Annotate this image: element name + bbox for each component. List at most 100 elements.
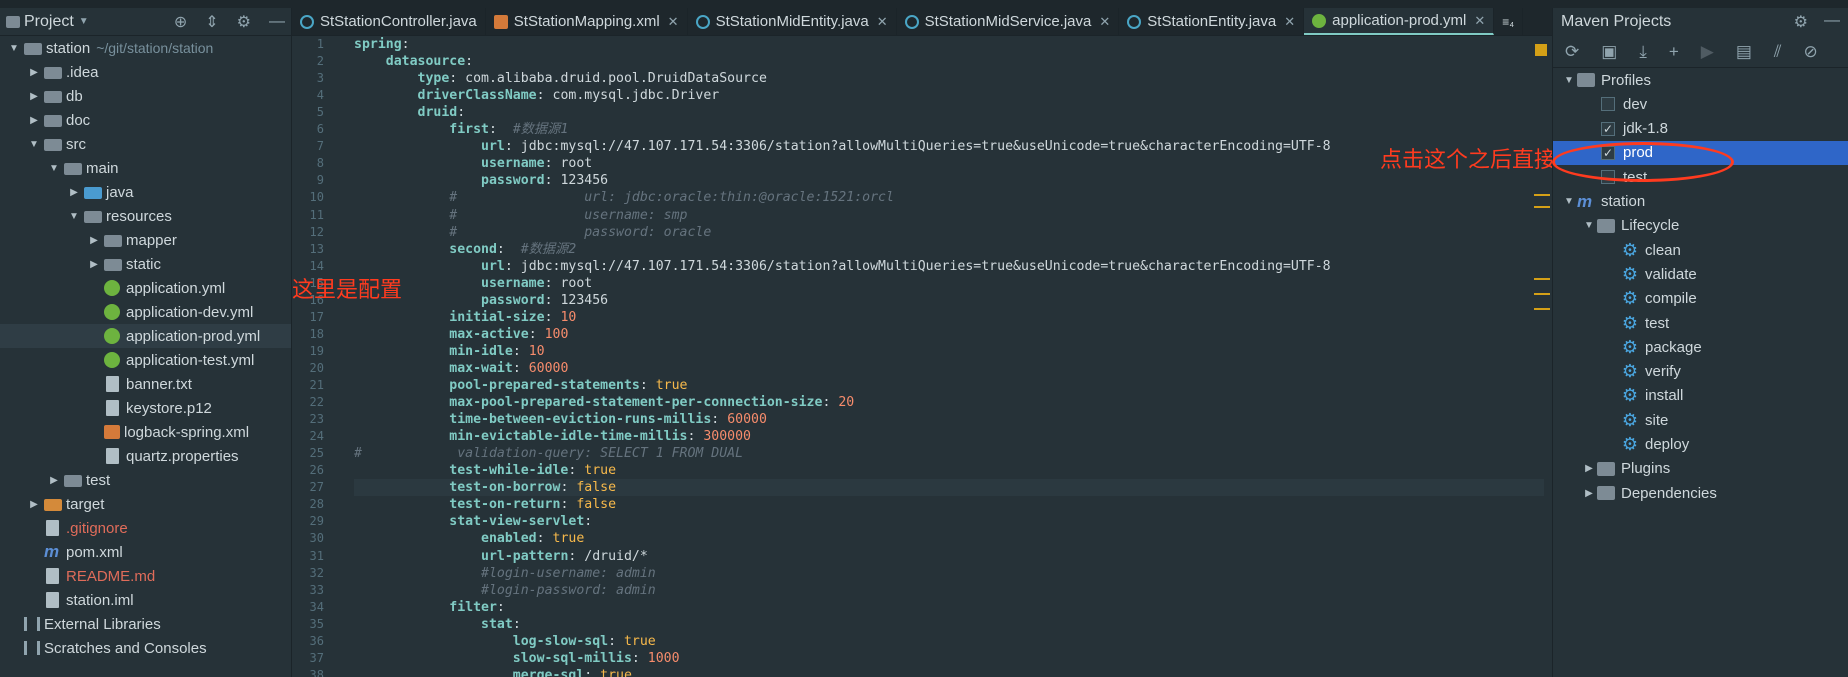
chevron-down-icon[interactable]: ▼ xyxy=(26,139,42,150)
scrollbar-marker[interactable] xyxy=(1534,206,1550,208)
close-icon[interactable]: ✕ xyxy=(1099,14,1110,30)
chevron-down-icon[interactable]: ▼ xyxy=(6,43,22,54)
code-line[interactable]: filter: xyxy=(354,599,505,616)
tree-item[interactable]: ▶ static xyxy=(0,252,291,276)
code-line[interactable]: max-pool-prepared-statement-per-connecti… xyxy=(354,394,854,411)
maven-profile-jdk-1.8[interactable]: ✓ jdk-1.8 xyxy=(1553,117,1848,141)
hide-icon[interactable]: — xyxy=(1824,12,1840,32)
profile-checkbox[interactable] xyxy=(1601,97,1615,112)
locate-icon[interactable]: ⊕ xyxy=(174,12,187,32)
chevron-down-icon[interactable]: ▼ xyxy=(79,16,89,27)
tree-item[interactable]: External Libraries xyxy=(0,612,291,636)
chevron-right-icon[interactable]: ▶ xyxy=(86,235,102,246)
scrollbar-marker[interactable] xyxy=(1534,278,1550,280)
maven-goal-test[interactable]: ⚙ test xyxy=(1553,311,1848,335)
maven-goal-deploy[interactable]: ⚙ deploy xyxy=(1553,433,1848,457)
code-line[interactable]: max-active: 100 xyxy=(354,326,568,343)
tree-item[interactable]: ▶ db xyxy=(0,84,291,108)
chevron-down-icon[interactable]: ▼ xyxy=(1561,196,1577,207)
code-line[interactable]: # url: jdbc:oracle:thin:@oracle:1521:orc… xyxy=(354,189,894,206)
tree-item[interactable]: ▼ station ~/git/station/station xyxy=(0,36,291,60)
tree-item[interactable]: Scratches and Consoles xyxy=(0,636,291,660)
maven-goal-clean[interactable]: ⚙ clean xyxy=(1553,238,1848,262)
code-line[interactable]: initial-size: 10 xyxy=(354,309,576,326)
add-icon[interactable]: + xyxy=(1669,42,1679,62)
chevron-right-icon[interactable]: ▶ xyxy=(26,115,42,126)
code-line[interactable]: url: jdbc:mysql://47.107.171.54:3306/sta… xyxy=(354,258,1331,275)
tree-item[interactable]: application-prod.yml xyxy=(0,324,291,348)
scrollbar-marker[interactable] xyxy=(1534,308,1550,310)
tree-item[interactable]: ▶ test xyxy=(0,468,291,492)
code-line[interactable]: pool-prepared-statements: true xyxy=(354,377,687,394)
code-line[interactable]: first: #数据源1 xyxy=(354,121,568,138)
editor-tab[interactable]: StStationEntity.java ✕ xyxy=(1119,8,1305,35)
tree-item[interactable]: ▶ .idea xyxy=(0,60,291,84)
tree-item[interactable]: ▶ doc xyxy=(0,108,291,132)
close-icon[interactable]: ✕ xyxy=(668,14,679,30)
editor-tab[interactable]: StStationMidEntity.java ✕ xyxy=(688,8,897,35)
chevron-right-icon[interactable]: ▶ xyxy=(26,67,42,78)
tree-item[interactable]: ▼ resources xyxy=(0,204,291,228)
code-line[interactable]: second: #数据源2 xyxy=(354,241,576,258)
close-icon[interactable]: ✕ xyxy=(1284,14,1295,30)
code-line[interactable]: druid: xyxy=(354,104,466,121)
tree-item[interactable]: ▶ mapper xyxy=(0,228,291,252)
code-line[interactable]: #login-password: admin xyxy=(354,582,656,599)
code-line[interactable]: stat-view-servlet: xyxy=(354,513,592,530)
tree-item[interactable]: ▼ main xyxy=(0,156,291,180)
code-line[interactable]: test-on-return: false xyxy=(354,496,616,513)
code-line[interactable]: enabled: true xyxy=(354,530,584,547)
code-line[interactable]: url-pattern: /druid/* xyxy=(354,548,648,565)
maven-lifecycle-node[interactable]: ▼ Lifecycle xyxy=(1553,214,1848,238)
maven-goal-install[interactable]: ⚙ install xyxy=(1553,384,1848,408)
tree-item[interactable]: m pom.xml xyxy=(0,540,291,564)
maven-goal-compile[interactable]: ⚙ compile xyxy=(1553,287,1848,311)
tabs-overflow-button[interactable]: ≡₄ xyxy=(1494,8,1524,35)
project-panel-title[interactable]: Project xyxy=(24,13,74,31)
download-icon[interactable]: ⤓ xyxy=(1639,42,1647,62)
code-line[interactable]: slow-sql-millis: 1000 xyxy=(354,650,680,667)
chevron-down-icon[interactable]: ▼ xyxy=(66,211,82,222)
tree-item[interactable]: application-dev.yml xyxy=(0,300,291,324)
tree-item[interactable]: logback-spring.xml xyxy=(0,420,291,444)
tree-item[interactable]: .gitignore xyxy=(0,516,291,540)
editor-tab[interactable]: application-prod.yml ✕ xyxy=(1304,8,1495,35)
close-icon[interactable]: ✕ xyxy=(1474,13,1485,29)
code-line[interactable]: # password: oracle xyxy=(354,224,711,241)
tree-item[interactable]: ▼ src xyxy=(0,132,291,156)
chevron-down-icon[interactable]: ▼ xyxy=(1581,220,1597,231)
chevron-right-icon[interactable]: ▶ xyxy=(46,475,62,486)
code-line[interactable]: username: root xyxy=(354,155,592,172)
code-line[interactable]: max-wait: 60000 xyxy=(354,360,568,377)
maven-dependencies-node[interactable]: ▶ Dependencies xyxy=(1553,481,1848,505)
toggle-offline-icon[interactable]: ⫽ xyxy=(1774,42,1782,62)
scrollbar-marker[interactable] xyxy=(1534,194,1550,196)
tree-item[interactable]: ▶ java xyxy=(0,180,291,204)
code-line[interactable]: test-on-borrow: false xyxy=(354,479,1544,497)
generate-sources-icon[interactable]: ▣ xyxy=(1601,42,1617,62)
tree-item[interactable]: station.iml xyxy=(0,588,291,612)
tree-item[interactable]: application-test.yml xyxy=(0,348,291,372)
maven-project-node[interactable]: ▼ m station xyxy=(1553,190,1848,214)
profile-checkbox[interactable]: ✓ xyxy=(1601,121,1615,136)
maven-goal-validate[interactable]: ⚙ validate xyxy=(1553,262,1848,286)
maven-goal-package[interactable]: ⚙ package xyxy=(1553,335,1848,359)
tree-item[interactable]: ▶ target xyxy=(0,492,291,516)
code-line[interactable]: log-slow-sql: true xyxy=(354,633,656,650)
gear-icon[interactable]: ⚙ xyxy=(237,12,251,32)
editor-tab[interactable]: StStationMidService.java ✕ xyxy=(897,8,1120,35)
tree-item[interactable]: application.yml xyxy=(0,276,291,300)
code-line[interactable]: password: 123456 xyxy=(354,172,608,189)
code-line[interactable]: test-while-idle: true xyxy=(354,462,616,479)
code-line[interactable]: time-between-eviction-runs-millis: 60000 xyxy=(354,411,767,428)
code-line[interactable]: # validation-query: SELECT 1 FROM DUAL xyxy=(354,445,743,462)
code-line[interactable]: stat: xyxy=(354,616,521,633)
code-line[interactable]: min-idle: 10 xyxy=(354,343,544,360)
editor-tab[interactable]: StStationController.java xyxy=(292,8,486,35)
close-icon[interactable]: ✕ xyxy=(877,14,888,30)
code-line[interactable]: # username: smp xyxy=(354,207,687,224)
code-line[interactable]: driverClassName: com.mysql.jdbc.Driver xyxy=(354,87,720,104)
tree-item[interactable]: banner.txt xyxy=(0,372,291,396)
code-line[interactable]: url: jdbc:mysql://47.107.171.54:3306/sta… xyxy=(354,138,1331,155)
hide-icon[interactable]: — xyxy=(269,13,285,31)
